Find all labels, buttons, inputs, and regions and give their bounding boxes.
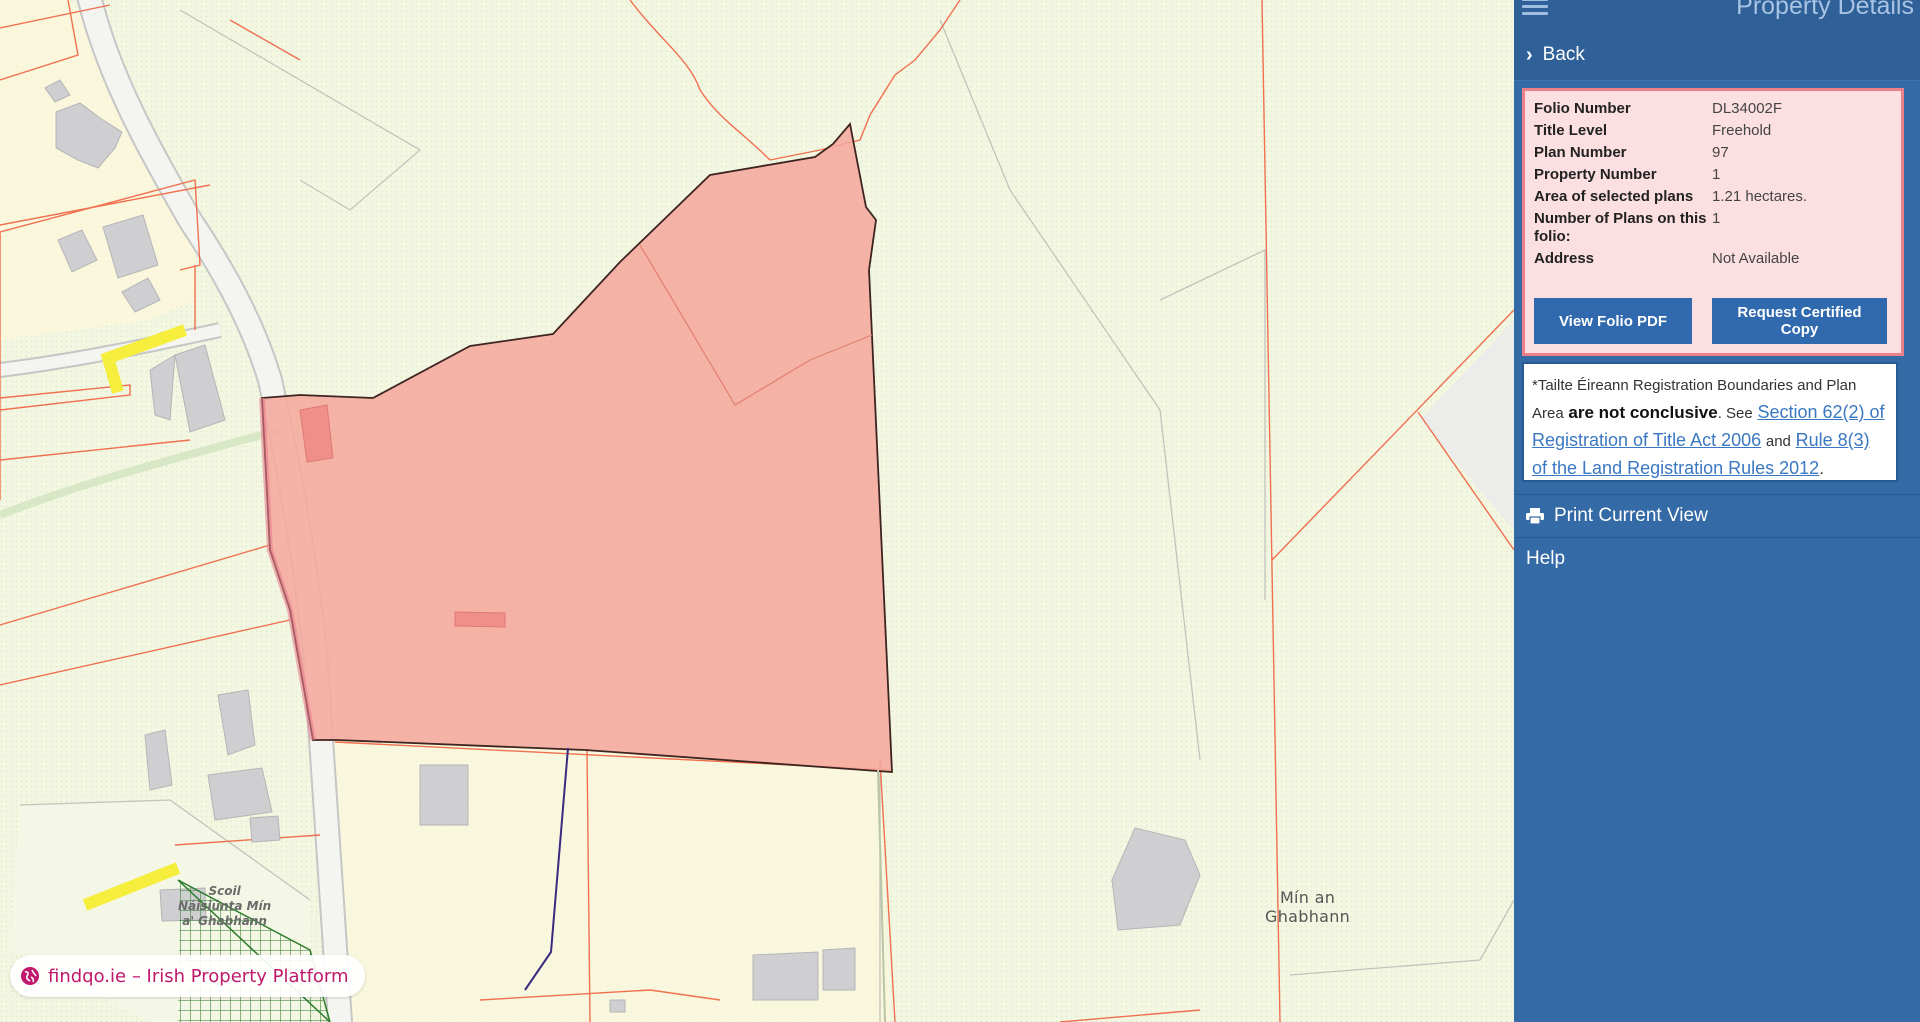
folio-details-card: Folio Number DL34002F Title Level Freehold… [1522, 88, 1904, 356]
map-view[interactable]: Mín an Ghabhann Scoil Náisiúnta Mín a' G… [0, 0, 1514, 1022]
map-canvas[interactable] [0, 0, 1514, 1022]
detail-label: Address [1534, 250, 1595, 267]
property-details-panel: Property Details › Back Folio Number DL34… [1514, 0, 1920, 1022]
detail-value: 1.21 hectares. [1712, 188, 1808, 205]
detail-label: Folio Number [1534, 100, 1631, 117]
detail-row: Address Not Available [1534, 248, 1894, 270]
detail-value: DL34002F [1712, 100, 1783, 117]
folio-details-table: Folio Number DL34002F Title Level Freehold… [1534, 98, 1894, 270]
place-label-line2: Ghabhann [1265, 907, 1351, 926]
detail-label: Property Number [1534, 166, 1657, 183]
notice-bold: are not conclusive [1568, 403, 1718, 422]
place-label-line1: Mín an [1279, 888, 1336, 907]
request-certified-copy-button[interactable]: Request Certified Copy [1712, 298, 1887, 344]
help-link[interactable]: Help [1526, 548, 1565, 570]
panel-header: Property Details [1514, 0, 1920, 30]
detail-label: Number of Plans on this folio: [1534, 210, 1707, 245]
chevron-right-icon: › [1526, 43, 1533, 66]
detail-row: Folio Number DL34002F [1534, 98, 1894, 120]
school-label-line2: Náisiúnta Mín [178, 899, 272, 913]
watermark-text: findqo.ie – Irish Property Platform [48, 965, 349, 987]
detail-value: Freehold [1712, 122, 1772, 139]
detail-label: Plan Number [1534, 144, 1627, 161]
notice-and: and [1765, 433, 1791, 450]
school-label-line3: a' Ghabhann [182, 914, 267, 928]
back-label: Back [1542, 44, 1585, 65]
notice-text-2: . See [1717, 405, 1753, 422]
globe-icon [21, 967, 39, 985]
school-label: Scoil Náisiúnta Mín a' Ghabhann [178, 884, 271, 929]
view-folio-pdf-button[interactable]: View Folio PDF [1534, 298, 1692, 344]
print-current-view-button[interactable]: Print Current View [1514, 494, 1920, 538]
detail-row: Title Level Freehold [1534, 120, 1894, 142]
detail-value: Not Available [1712, 250, 1800, 267]
print-label: Print Current View [1554, 505, 1708, 526]
place-label: Mín an Ghabhann [1265, 888, 1350, 926]
detail-row: Area of selected plans 1.21 hectares. [1534, 186, 1894, 208]
watermark-badge[interactable]: findqo.ie – Irish Property Platform [10, 955, 365, 997]
school-label-line1: Scoil [208, 884, 241, 898]
detail-label: Area of selected plans [1534, 188, 1694, 205]
detail-value: 97 [1712, 144, 1729, 161]
detail-label: Title Level [1534, 122, 1608, 139]
panel-title: Property Details [1736, 0, 1914, 20]
detail-row: Property Number 1 [1534, 164, 1894, 186]
printer-icon [1526, 508, 1544, 524]
disclaimer-notice: *Tailte Éireann Registration Boundaries … [1522, 362, 1898, 482]
hamburger-menu-icon[interactable] [1522, 0, 1548, 18]
detail-value: 1 [1712, 166, 1721, 183]
detail-row: Number of Plans on this folio: 1 [1534, 208, 1894, 248]
back-button[interactable]: › Back [1514, 30, 1920, 81]
notice-end: . [1819, 459, 1824, 478]
detail-row: Plan Number 97 [1534, 142, 1894, 164]
detail-value: 1 [1712, 210, 1721, 227]
